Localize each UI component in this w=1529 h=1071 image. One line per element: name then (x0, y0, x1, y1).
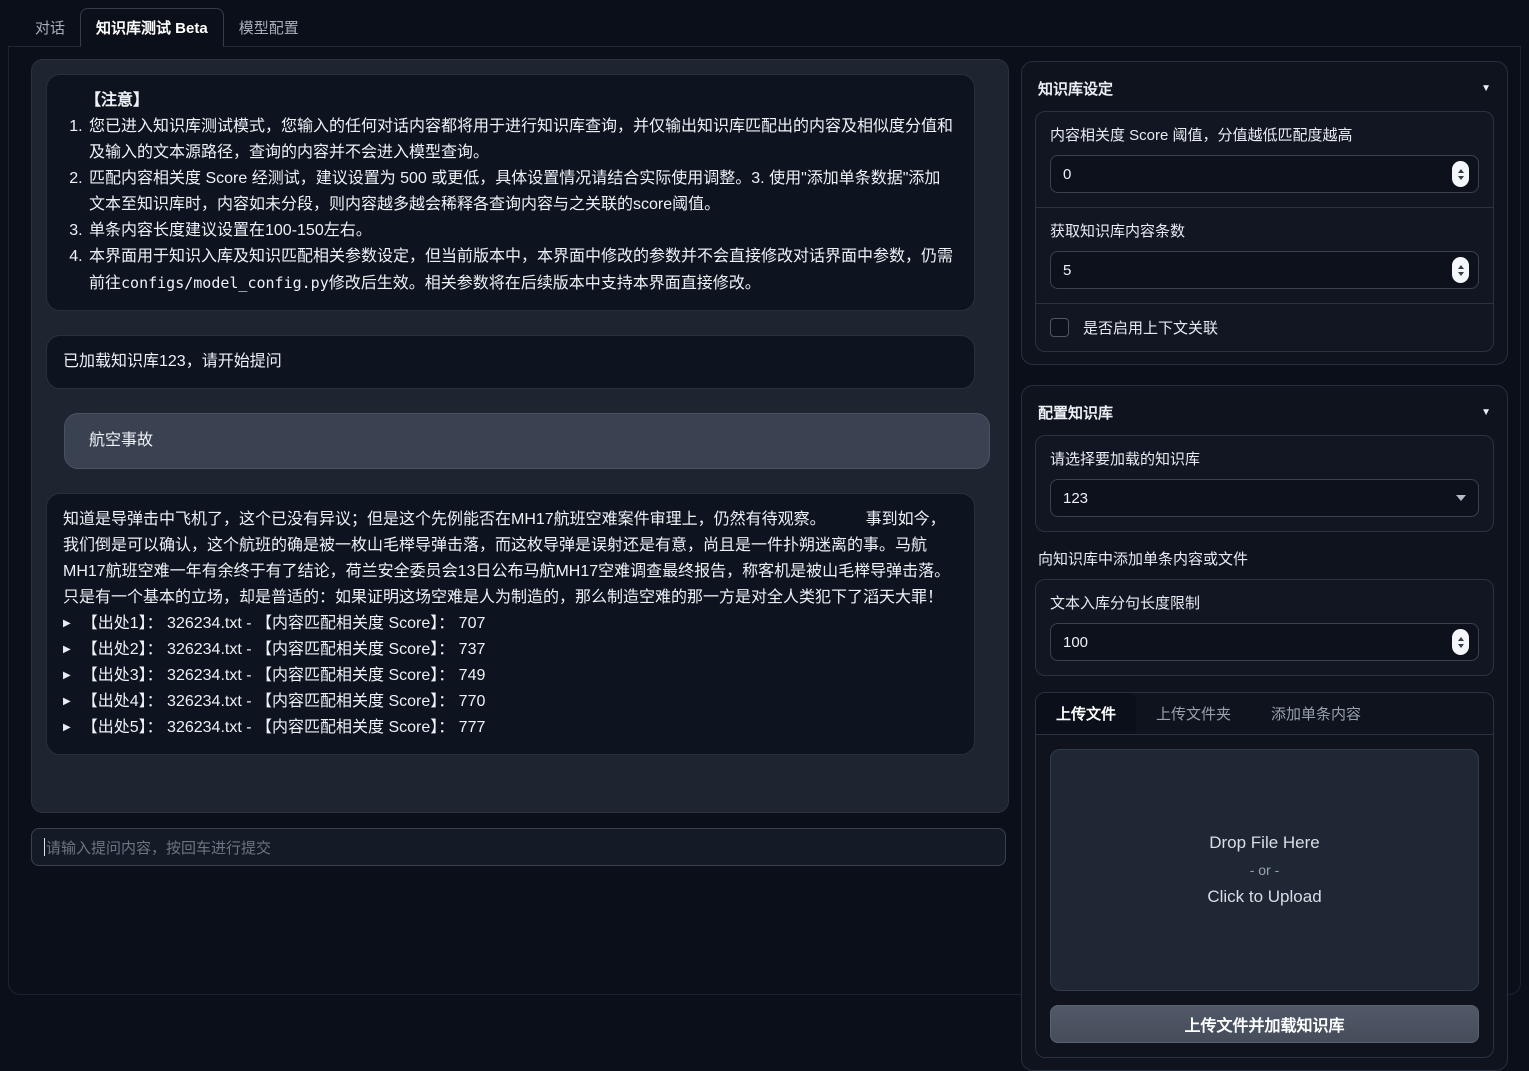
kb-config-accordion-header[interactable]: 配置知识库 ▼ (1035, 398, 1494, 435)
upload-tabgroup: 上传文件 上传文件夹 添加单条内容 Drop File Here - or - … (1035, 692, 1494, 1058)
source-item-label: 【出处5】： 326234.txt - 【内容匹配相关度 Score】： 777 (82, 715, 486, 741)
spinner-up-icon (1458, 637, 1464, 641)
kb-config-title: 配置知识库 (1038, 402, 1113, 423)
sentence-length-label: 文本入库分句长度限制 (1050, 592, 1479, 613)
expand-triangle-icon: ▶ (63, 715, 71, 741)
dropzone-click-text: Click to Upload (1207, 887, 1321, 907)
chat-column: 【注意】 您已进入知识库测试模式，您输入的任何对话内容都将用于进行知识库查询，并… (31, 59, 1009, 994)
chat-message-bot-answer: 知道是导弹击中飞机了，这个已没有异议；但是这个先例能否在MH17航班空难案件审理… (46, 493, 975, 755)
file-dropzone[interactable]: Drop File Here - or - Click to Upload (1050, 749, 1479, 991)
dropdown-caret-icon (1456, 495, 1466, 501)
expand-triangle-icon: ▶ (63, 689, 71, 715)
source-item-label: 【出处4】： 326234.txt - 【内容匹配相关度 Score】： 770 (82, 689, 486, 715)
answer-text: 知道是导弹击中飞机了，这个已没有异议；但是这个先例能否在MH17航班空难案件审理… (63, 507, 954, 611)
spinner-down-icon (1458, 272, 1464, 276)
notice-item: 本界面用于知识入库及知识匹配相关参数设定，但当前版本中，本界面中修改的参数并不会… (87, 244, 954, 297)
expand-triangle-icon: ▶ (63, 637, 71, 663)
tab-upload-file[interactable]: 上传文件 (1036, 693, 1136, 734)
tab-dialogue[interactable]: 对话 (20, 9, 80, 46)
context-link-label: 是否启用上下文关联 (1083, 317, 1218, 338)
source-item[interactable]: ▶ 【出处1】： 326234.txt - 【内容匹配相关度 Score】： 7… (63, 611, 954, 637)
score-threshold-input[interactable]: 0 (1050, 155, 1479, 193)
source-item[interactable]: ▶ 【出处5】： 326234.txt - 【内容匹配相关度 Score】： 7… (63, 715, 954, 741)
tab-upload-folder[interactable]: 上传文件夹 (1136, 693, 1251, 734)
tab-model-config[interactable]: 模型配置 (224, 9, 314, 46)
text-cursor (44, 838, 45, 856)
kb-select-label: 请选择要加载的知识库 (1050, 448, 1479, 469)
kb-test-tabpanel: 【注意】 您已进入知识库测试模式，您输入的任何对话内容都将用于进行知识库查询，并… (8, 47, 1521, 995)
notice-item: 您已进入知识库测试模式，您输入的任何对话内容都将用于进行知识库查询，并仅输出知识… (87, 114, 954, 166)
sentence-length-input[interactable]: 100 (1050, 623, 1479, 661)
spinner-up-icon (1458, 265, 1464, 269)
upload-tab-bar: 上传文件 上传文件夹 添加单条内容 (1036, 693, 1493, 735)
notice-item: 匹配内容相关度 Score 经测试，建议设置为 500 或更低，具体设置情况请结… (87, 166, 954, 218)
kb-select-value: 123 (1063, 490, 1088, 507)
inline-code: configs/model_config.py (121, 274, 329, 292)
chat-message-user: 航空事故 (64, 413, 990, 469)
notice-heading: 【注意】 (85, 88, 954, 114)
dropzone-or-text: - or - (1250, 862, 1280, 878)
topk-value: 5 (1063, 262, 1071, 279)
kb-config-panel: 配置知识库 ▼ 请选择要加载的知识库 123 向知识库中添加单条内容或文件 (1021, 385, 1508, 1071)
topk-field: 获取知识库内容条数 5 (1036, 207, 1493, 303)
notice-item: 单条内容长度建议设置在100-150左右。 (87, 218, 954, 244)
tab-add-single-content[interactable]: 添加单条内容 (1251, 693, 1381, 734)
app-window: 对话 知识库测试 Beta 模型配置 【注意】 您已进入知识库测试模式，您输入的… (0, 10, 1529, 1014)
source-item-label: 【出处3】： 326234.txt - 【内容匹配相关度 Score】： 749 (82, 663, 486, 689)
spinner-down-icon (1458, 176, 1464, 180)
source-item[interactable]: ▶ 【出处2】： 326234.txt - 【内容匹配相关度 Score】： 7… (63, 637, 954, 663)
topk-label: 获取知识库内容条数 (1050, 220, 1479, 241)
context-link-checkbox[interactable] (1050, 318, 1069, 337)
source-list: ▶ 【出处1】： 326234.txt - 【内容匹配相关度 Score】： 7… (63, 611, 954, 741)
score-threshold-value: 0 (1063, 166, 1071, 183)
score-threshold-label: 内容相关度 Score 阈值，分值越低匹配度越高 (1050, 124, 1479, 145)
source-item[interactable]: ▶ 【出处3】： 326234.txt - 【内容匹配相关度 Score】： 7… (63, 663, 954, 689)
upload-and-load-kb-button[interactable]: 上传文件并加载知识库 (1050, 1005, 1479, 1043)
question-input-placeholder: 请输入提问内容，按回车进行提交 (46, 837, 271, 858)
number-spinner[interactable] (1452, 257, 1469, 283)
kb-settings-panel: 知识库设定 ▼ 内容相关度 Score 阈值，分值越低匹配度越高 0 获取知识库… (1021, 61, 1508, 365)
accordion-collapse-icon: ▼ (1481, 83, 1491, 94)
add-content-section-label: 向知识库中添加单条内容或文件 (1038, 548, 1491, 569)
kb-settings-title: 知识库设定 (1038, 78, 1113, 99)
chat-message-bot: 已加载知识库123，请开始提问 (46, 335, 975, 389)
sentence-length-field: 文本入库分句长度限制 100 (1036, 580, 1493, 675)
expand-triangle-icon: ▶ (63, 663, 71, 689)
expand-triangle-icon: ▶ (63, 611, 71, 637)
sentence-length-group: 文本入库分句长度限制 100 (1035, 579, 1494, 676)
number-spinner[interactable] (1452, 161, 1469, 187)
sentence-length-value: 100 (1063, 634, 1088, 651)
score-threshold-field: 内容相关度 Score 阈值，分值越低匹配度越高 0 (1036, 112, 1493, 207)
notice-list: 您已进入知识库测试模式，您输入的任何对话内容都将用于进行知识库查询，并仅输出知识… (63, 114, 954, 297)
number-spinner[interactable] (1452, 629, 1469, 655)
source-item-label: 【出处1】： 326234.txt - 【内容匹配相关度 Score】： 707 (82, 611, 486, 637)
source-item[interactable]: ▶ 【出处4】： 326234.txt - 【内容匹配相关度 Score】： 7… (63, 689, 954, 715)
question-input[interactable]: 请输入提问内容，按回车进行提交 (31, 828, 1006, 866)
main-tab-bar: 对话 知识库测试 Beta 模型配置 (8, 10, 1521, 47)
topk-input[interactable]: 5 (1050, 251, 1479, 289)
source-item-label: 【出处2】： 326234.txt - 【内容匹配相关度 Score】： 737 (82, 637, 486, 663)
chatbot-area: 【注意】 您已进入知识库测试模式，您输入的任何对话内容都将用于进行知识库查询，并… (31, 59, 1009, 813)
upload-tab-content: Drop File Here - or - Click to Upload 上传… (1036, 735, 1493, 1057)
kb-settings-accordion-header[interactable]: 知识库设定 ▼ (1035, 74, 1494, 111)
kb-select-group: 请选择要加载的知识库 123 (1035, 435, 1494, 532)
context-link-field: 是否启用上下文关联 (1036, 303, 1493, 351)
kb-settings-form: 内容相关度 Score 阈值，分值越低匹配度越高 0 获取知识库内容条数 5 (1035, 111, 1494, 352)
dropzone-drop-text: Drop File Here (1209, 833, 1320, 853)
kb-select-dropdown[interactable]: 123 (1050, 479, 1479, 517)
settings-column: 知识库设定 ▼ 内容相关度 Score 阈值，分值越低匹配度越高 0 获取知识库… (1021, 61, 1508, 994)
tab-kb-test[interactable]: 知识库测试 Beta (80, 8, 224, 47)
accordion-collapse-icon: ▼ (1481, 407, 1491, 418)
spinner-up-icon (1458, 169, 1464, 173)
chat-message-notice: 【注意】 您已进入知识库测试模式，您输入的任何对话内容都将用于进行知识库查询，并… (46, 74, 975, 311)
kb-select-field: 请选择要加载的知识库 123 (1036, 436, 1493, 531)
spinner-down-icon (1458, 644, 1464, 648)
